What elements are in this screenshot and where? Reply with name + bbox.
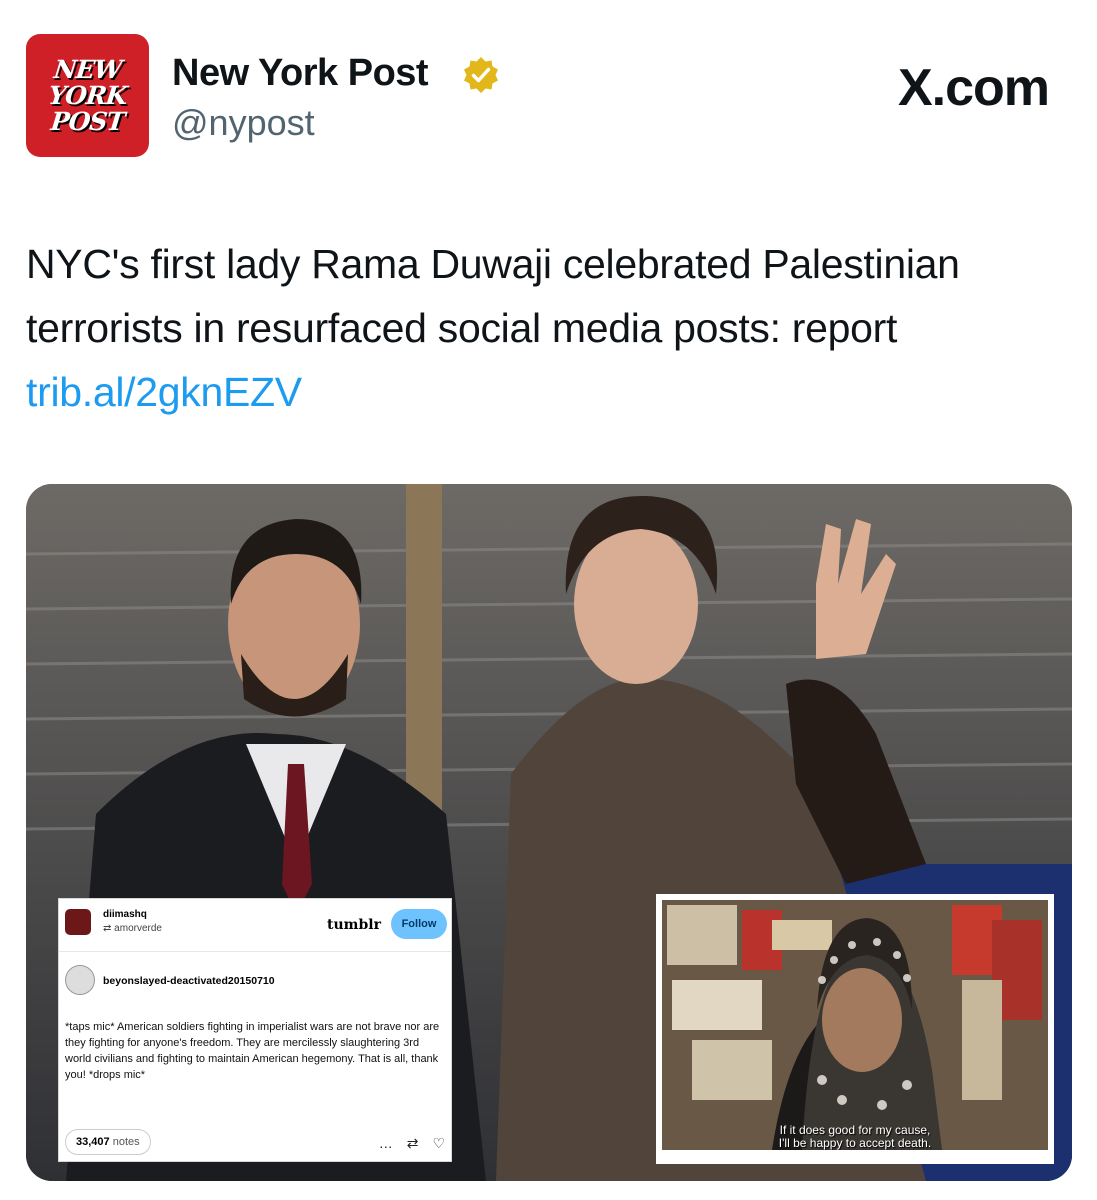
tumblr-logo: tumblr	[327, 917, 381, 933]
tumblr-follow-button: Follow	[391, 909, 447, 939]
tumblr-divider	[59, 951, 451, 952]
account-handle[interactable]: @nypost	[172, 102, 315, 144]
logo-line-1: NEW	[52, 55, 123, 84]
video-still-scene	[662, 900, 1048, 1150]
tweet-link[interactable]: trib.al/2gknEZV	[26, 369, 302, 415]
tumblr-post-body: *taps mic* American soldiers fighting in…	[65, 1021, 440, 1081]
tumblr-actions: … ⇄ ♡	[379, 1135, 445, 1152]
tumblr-original-username: beyonslayed-deactivated20150710	[103, 975, 275, 987]
verified-badge-icon	[464, 57, 498, 93]
subtitle-line-2: I'll be happy to accept death.	[778, 1136, 932, 1150]
tweet-media[interactable]: diimashq ⇄ amorverde tumblr Follow beyon…	[26, 484, 1072, 1181]
video-still-card: If it does good for my cause, I'll be ha…	[656, 894, 1054, 1164]
tweet-text: NYC's first lady Rama Duwaji celebrated …	[26, 232, 1056, 424]
notes-number: 33,407	[76, 1136, 110, 1148]
video-still-image: If it does good for my cause, I'll be ha…	[662, 900, 1048, 1150]
tweet-body: NYC's first lady Rama Duwaji celebrated …	[26, 241, 960, 351]
tumblr-reblog-user: amorverde	[114, 923, 162, 934]
tumblr-notes-count: 33,407 notes	[65, 1129, 151, 1155]
account-name[interactable]: New York Post	[172, 52, 429, 95]
tumblr-user-avatar	[65, 909, 91, 935]
logo-line-2: YORK	[46, 81, 129, 110]
tumblr-post-card: diimashq ⇄ amorverde tumblr Follow beyon…	[58, 898, 452, 1162]
notes-label: notes	[112, 1136, 140, 1148]
source-label: X.com	[897, 59, 1050, 117]
more-icon: …	[378, 1135, 393, 1151]
reblog-icon: ⇄	[406, 1135, 419, 1151]
tumblr-username: diimashq	[103, 909, 147, 920]
logo-line-3: POST	[49, 107, 126, 136]
tumblr-original-avatar	[65, 965, 95, 995]
nypost-avatar[interactable]: NEW YORK POST	[26, 34, 149, 157]
heart-icon: ♡	[432, 1135, 445, 1151]
tumblr-reblog-source: ⇄ amorverde	[103, 923, 162, 934]
